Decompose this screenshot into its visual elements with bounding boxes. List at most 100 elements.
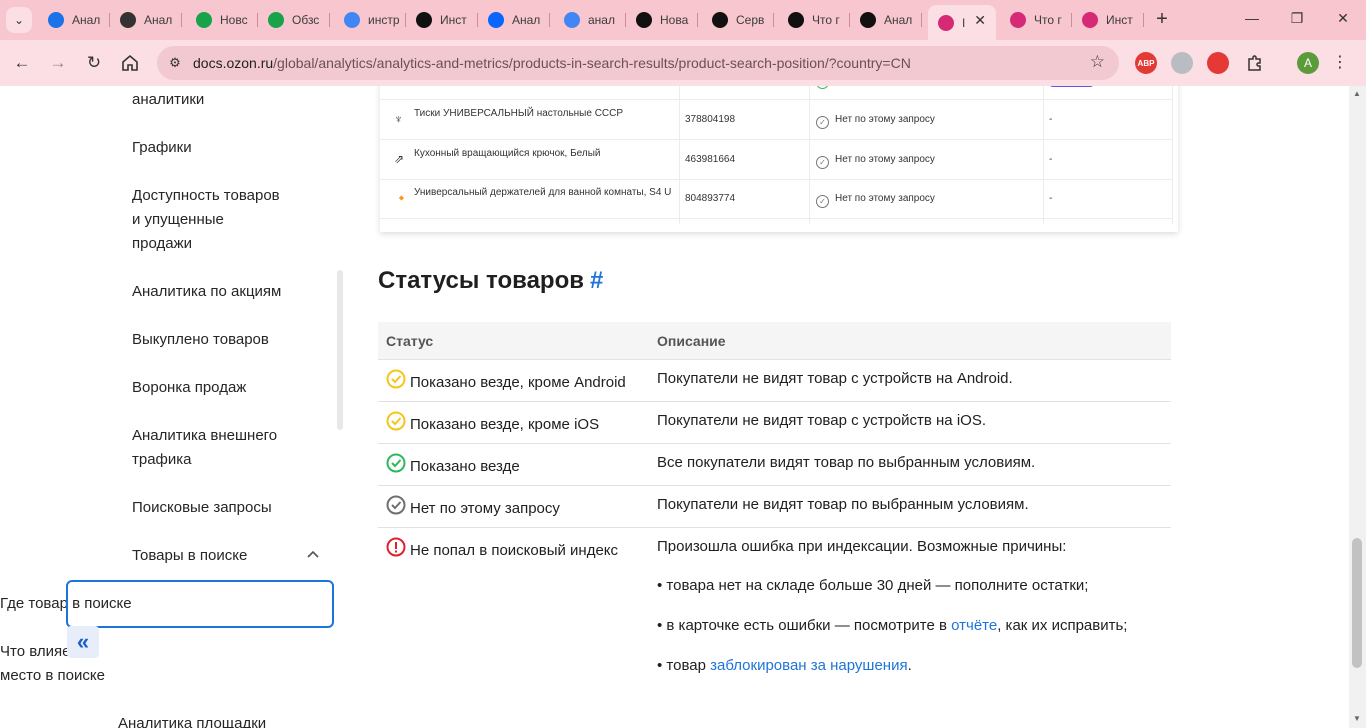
bookmark-star-icon[interactable]: ☆	[1090, 52, 1105, 72]
status-name: Показано везде, кроме Android	[410, 374, 626, 391]
column-divider	[1172, 86, 1173, 224]
tab-2[interactable]: Новс	[186, 5, 258, 35]
sidebar-item[interactable]: Доступность товаров	[132, 184, 280, 208]
sidebar-item[interactable]: Аналитика площадки	[118, 712, 266, 728]
scrollbar-thumb[interactable]	[1352, 538, 1362, 668]
chevron-up-icon[interactable]	[305, 546, 321, 562]
sidebar-item[interactable]: Выкуплено товаров	[132, 328, 269, 352]
anchor-link[interactable]: #	[590, 267, 603, 294]
close-window-button[interactable]: ✕	[1333, 10, 1353, 27]
sidebar-item[interactable]: продажи	[132, 232, 192, 256]
new-tab-button[interactable]: +	[1152, 9, 1172, 29]
page-scrollbar[interactable]: ▲ ▼	[1349, 86, 1366, 728]
tab-strip: ⌄ Анал Анал Новс Обзс инстр Инст Анал анал Нова С…	[0, 0, 1366, 40]
sidebar-item[interactable]: место в поиске	[0, 664, 105, 688]
scroll-up-icon[interactable]: ▲	[1353, 89, 1361, 98]
sidebar-item[interactable]: Поисковые запросы	[132, 496, 272, 520]
url-path: /global/analytics/analytics-and-metrics/…	[273, 55, 911, 71]
address-bar[interactable]: ⚙ docs.ozon.ru/global/analytics/analytic…	[157, 46, 1119, 80]
sidebar-item[interactable]: Аналитика по акциям	[132, 280, 281, 304]
menu-kebab-icon[interactable]: ⋮	[1332, 52, 1348, 72]
tab-10[interactable]: Что г	[778, 5, 850, 35]
status-name: Нет по этому запросу	[410, 500, 560, 517]
tab-label: Обзс	[292, 13, 320, 27]
status-text: Нет по этому запросу	[835, 114, 935, 125]
sidebar-scrollbar[interactable]	[337, 270, 343, 430]
collapse-sidebar-button[interactable]: «	[67, 626, 99, 658]
status-row: Показано везде, кроме iOS Покупатели не в…	[378, 402, 1171, 444]
home-icon	[122, 54, 138, 71]
url-text[interactable]: docs.ozon.ru/global/analytics/analytics-…	[193, 55, 911, 71]
tab-1[interactable]: Анал	[110, 5, 182, 35]
blocked-link[interactable]: заблокирован за нарушения	[710, 657, 907, 674]
status-table-header: Статус Описание	[378, 322, 1171, 360]
tab-3[interactable]: Обзс	[258, 5, 330, 35]
adblock-icon[interactable]: ABP	[1135, 52, 1157, 74]
tab-9[interactable]: Серв	[702, 5, 774, 35]
tab-label: Что г	[1034, 13, 1062, 27]
tab-close-icon[interactable]: ✕	[974, 12, 986, 29]
tab-search-button[interactable]: ⌄	[6, 7, 32, 33]
bug-icon	[120, 12, 136, 28]
extensions-button[interactable]	[1243, 51, 1267, 75]
google-icon	[344, 12, 360, 28]
boost-button: Поднять	[1048, 86, 1096, 87]
product-thumbnail-icon: ♆	[394, 112, 403, 126]
meta-icon	[488, 12, 504, 28]
restore-button[interactable]: ❐	[1287, 10, 1307, 27]
status-description: Все покупатели видят товар по выбранным …	[657, 453, 1035, 473]
profile-avatar[interactable]: A	[1297, 52, 1319, 74]
sidebar-item[interactable]: трафика	[132, 448, 192, 472]
status-description: Произошла ошибка при индексации. Возможн…	[657, 537, 1127, 674]
chart-logo-icon	[196, 12, 212, 28]
status-description: Покупатели не видят товар с устройств на…	[657, 411, 986, 431]
report-link[interactable]: отчёте	[951, 617, 997, 634]
sidebar-item[interactable]: Графики	[132, 136, 192, 160]
minimize-button[interactable]: —	[1242, 10, 1262, 26]
tab-label: Нова	[660, 13, 689, 27]
globe-icon[interactable]	[1171, 52, 1193, 74]
tab-6[interactable]: Анал	[478, 5, 550, 35]
instagram-icon	[1010, 12, 1026, 28]
docs-sidebar: аналитики Графики Доступность товаров и упу…	[0, 86, 350, 728]
sidebar-item[interactable]: Товары в поиске	[132, 544, 247, 568]
tab-7[interactable]: анал	[554, 5, 626, 35]
sidebar-item[interactable]: Воронка продаж	[132, 376, 246, 400]
reload-button[interactable]: ↻	[82, 51, 106, 75]
stop-hand-icon[interactable]	[1207, 52, 1229, 74]
tab-0[interactable]: Анал	[38, 5, 110, 35]
sidebar-active-item[interactable]	[66, 580, 334, 628]
tab-label: анал	[588, 13, 615, 27]
forward-button[interactable]: →	[46, 51, 70, 75]
tab-8[interactable]: Нова	[626, 5, 698, 35]
tab-13[interactable]: Что г	[1000, 5, 1072, 35]
double-chevron-left-icon: «	[76, 629, 90, 654]
sidebar-item[interactable]: и упущенные	[132, 208, 224, 232]
site-info-icon[interactable]: ⚙	[165, 53, 185, 73]
yellow-check-icon	[386, 369, 406, 389]
sidebar-item[interactable]: Аналитика внешнего	[132, 424, 277, 448]
status-name: Показано везде	[410, 458, 520, 475]
product-name: Кухонный вращающийся крючок, Белый	[414, 147, 601, 159]
product-action: -	[1049, 153, 1053, 165]
tab-label: Анал	[884, 13, 913, 27]
section-title: Статусы товаров	[378, 267, 585, 294]
status-text: Нет по этому запросу	[835, 193, 935, 204]
chart-logo-icon	[268, 12, 284, 28]
url-host: docs.ozon.ru	[193, 55, 274, 71]
gray-check-icon	[386, 495, 406, 515]
minimize-icon: —	[1245, 10, 1259, 26]
sidebar-item[interactable]: аналитики	[132, 88, 204, 112]
product-name: Универсальный держателей для ванной комн…	[414, 187, 672, 198]
tab-4[interactable]: инстр	[334, 5, 406, 35]
scroll-down-icon[interactable]: ▼	[1353, 714, 1361, 723]
tab-11[interactable]: Анал	[850, 5, 922, 35]
reason-text: • в карточке есть ошибки — посмотрите в	[657, 617, 952, 634]
back-button[interactable]: ←	[10, 51, 34, 75]
analytics-icon	[48, 12, 64, 28]
tab-14[interactable]: Инст	[1072, 5, 1144, 35]
home-button[interactable]	[118, 51, 142, 75]
product-action: -	[1049, 193, 1053, 204]
tab-5[interactable]: Инст	[406, 5, 478, 35]
tab-12[interactable]: I ✕	[928, 5, 996, 40]
